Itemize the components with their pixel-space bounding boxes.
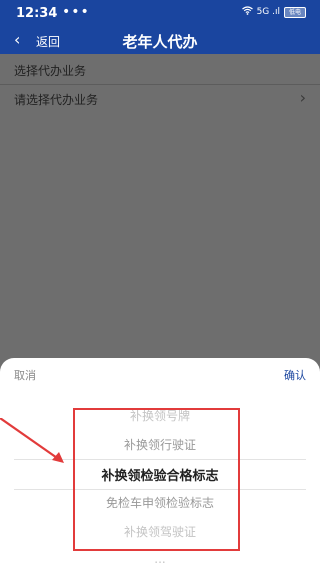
battery-icon: 低电 [284, 6, 306, 18]
status-right: 5G .ıl 低电 [241, 6, 306, 18]
notification-dots: ••• [62, 4, 90, 20]
signal-indicator: 5G .ıl [256, 7, 280, 17]
option-picker[interactable]: 补换领号牌补换领行驶证 补换领检验合格标志 免检车申领检验标志 补换领驾驶证... [14, 400, 306, 564]
select-placeholder: 请选择代办业务 [14, 93, 99, 107]
nav-bar: ‹ 返回 老年人代办 [0, 28, 320, 54]
wifi-icon [241, 6, 253, 18]
business-select[interactable]: 请选择代办业务 › [0, 84, 320, 114]
picker-option[interactable]: 补换领行驶证 [14, 436, 306, 453]
status-time: 12:34 [16, 6, 58, 21]
picker-option[interactable]: 补换领驾驶证 [14, 523, 306, 540]
picker-option[interactable]: 免检车申领检验标志 [14, 494, 306, 511]
picker-option[interactable]: ... [14, 552, 306, 564]
section-label: 选择代办业务 [14, 64, 87, 78]
confirm-button[interactable]: 确认 [284, 367, 306, 383]
cancel-button[interactable]: 取消 [14, 367, 36, 383]
status-bar: 12:34 ••• 5G .ıl 低电 [0, 0, 320, 28]
picker-option[interactable]: 补换领检验合格标志 [14, 465, 306, 484]
selection-line-top [14, 459, 306, 460]
picker-sheet: 取消 确认 补换领号牌补换领行驶证 补换领检验合格标志 免检车申领检验标志 补换领驾驶… [0, 358, 320, 568]
picker-option[interactable]: 补换领号牌 [14, 407, 306, 424]
chevron-right-icon: › [299, 88, 306, 107]
page-title: 老年人代办 [122, 33, 198, 51]
selection-line-bottom [14, 489, 306, 490]
